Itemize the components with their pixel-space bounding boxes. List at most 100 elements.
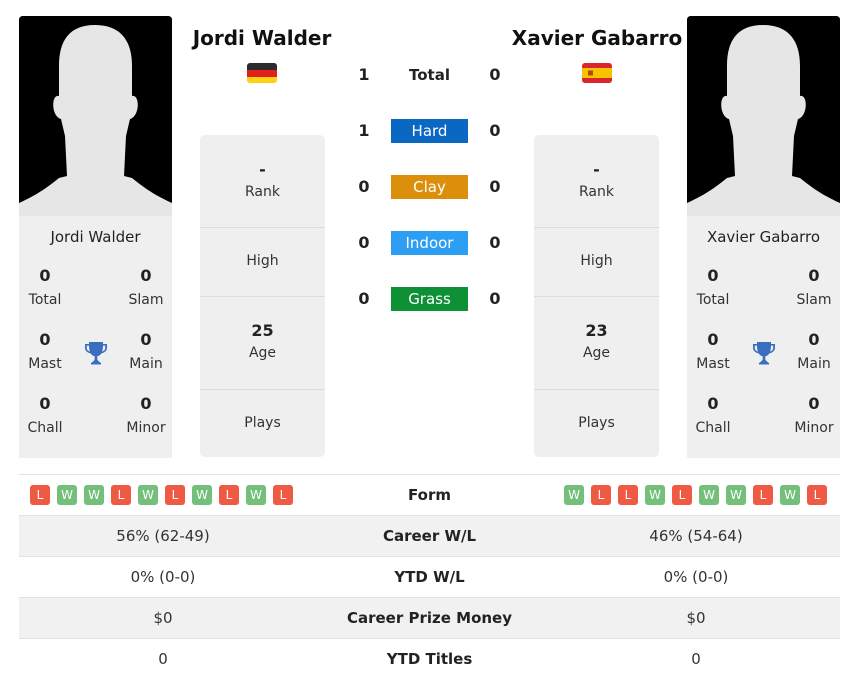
stat-label: Minor — [794, 420, 834, 436]
player2-plays: Plays — [534, 390, 659, 457]
win-badge[interactable]: W — [246, 485, 266, 505]
stat-label: Mast — [28, 356, 62, 372]
spain-flag-icon — [582, 63, 612, 83]
loss-badge[interactable]: L — [111, 485, 131, 505]
player2-stat-chall: 0 Chall — [683, 394, 743, 438]
loss-badge[interactable]: L — [807, 485, 827, 505]
stat-value: 0 — [808, 330, 820, 349]
h2h-row-clay: 0 Clay 0 — [350, 175, 510, 199]
h2h-right-value: 0 — [489, 289, 501, 308]
plays-label: Plays — [578, 415, 615, 431]
player1-card-name[interactable]: Jordi Walder — [19, 228, 172, 246]
player2-stat-mast: 0 Mast — [683, 330, 743, 374]
avatar-silhouette-icon — [19, 16, 172, 216]
player2-titles-card: Xavier Gabarro 0 Total 0 Slam 0 Mast 0 M… — [687, 216, 840, 458]
age-label: Age — [582, 345, 611, 361]
h2h-left-value: 1 — [358, 121, 370, 140]
stat-label: Total — [696, 292, 730, 308]
win-badge[interactable]: W — [699, 485, 719, 505]
h2h-row-hard: 1 Hard 0 — [350, 119, 510, 143]
player1-info-panel: - Rank High 25 Age Plays — [200, 135, 325, 457]
stat-label: Main — [129, 356, 163, 372]
rank-label: Rank — [245, 184, 280, 200]
career-wl-row: 56% (62-49) Career W/L 46% (54-64) — [19, 515, 840, 556]
ytd-wl-row: 0% (0-0) YTD W/L 0% (0-0) — [19, 556, 840, 597]
h2h-right-value: 0 — [489, 233, 501, 252]
win-badge[interactable]: W — [726, 485, 746, 505]
win-badge[interactable]: W — [780, 485, 800, 505]
player1-age: 25 Age — [200, 297, 325, 390]
avatar-silhouette-icon — [687, 16, 840, 216]
win-badge[interactable]: W — [192, 485, 212, 505]
player2-name[interactable]: Xavier Gabarro — [507, 26, 687, 50]
loss-badge[interactable]: L — [753, 485, 773, 505]
player1-name[interactable]: Jordi Walder — [182, 26, 342, 50]
age-value: 23 — [585, 321, 608, 340]
rank-value: - — [593, 160, 600, 179]
player1-stat-main: 0 Main — [116, 330, 176, 374]
stat-label: Chall — [27, 420, 63, 436]
player1-stat-slam: 0 Slam — [116, 266, 176, 310]
trophy-icon — [753, 342, 775, 365]
player1-titles-card: Jordi Walder 0 Total 0 Slam 0 Mast 0 Mai… — [19, 216, 172, 458]
win-badge[interactable]: W — [57, 485, 77, 505]
germany-flag-icon — [247, 63, 277, 83]
loss-badge[interactable]: L — [165, 485, 185, 505]
loss-badge[interactable]: L — [672, 485, 692, 505]
h2h-right-value: 0 — [489, 65, 501, 84]
loss-badge[interactable]: L — [618, 485, 638, 505]
loss-badge[interactable]: L — [591, 485, 611, 505]
player2-card-name[interactable]: Xavier Gabarro — [687, 228, 840, 246]
stat-label: Chall — [695, 420, 731, 436]
player2-prize-money: $0 — [686, 609, 706, 627]
plays-label: Plays — [244, 415, 281, 431]
ytd-wl-label: YTD W/L — [394, 568, 465, 586]
prize-money-label: Career Prize Money — [346, 609, 512, 627]
h2h-left-value: 0 — [358, 233, 370, 252]
stat-value: 0 — [707, 266, 719, 285]
win-badge[interactable]: W — [138, 485, 158, 505]
prize-money-row: $0 Career Prize Money $0 — [19, 597, 840, 638]
player1-prize-money: $0 — [153, 609, 173, 627]
form-row: LWWLWLWLWL Form WLLWLWWLWL — [19, 474, 840, 515]
player1-form: LWWLWLWLWL — [30, 485, 293, 505]
stat-value: 0 — [39, 330, 51, 349]
win-badge[interactable]: W — [564, 485, 584, 505]
player1-stat-chall: 0 Chall — [15, 394, 75, 438]
player2-career-wl: 46% (54-64) — [649, 527, 743, 545]
surface-badge-grass: Grass — [391, 287, 468, 311]
win-badge[interactable]: W — [645, 485, 665, 505]
loss-badge[interactable]: L — [30, 485, 50, 505]
player2-rank: - Rank — [534, 135, 659, 228]
player1-high: High — [200, 228, 325, 297]
stat-value: 0 — [707, 330, 719, 349]
h2h-right-value: 0 — [489, 121, 501, 140]
player2-info-panel: - Rank High 23 Age Plays — [534, 135, 659, 457]
win-badge[interactable]: W — [84, 485, 104, 505]
loss-badge[interactable]: L — [219, 485, 239, 505]
ytd-titles-label: YTD Titles — [386, 650, 473, 668]
surface-badge-hard: Hard — [391, 119, 468, 143]
h2h-left-value: 0 — [358, 289, 370, 308]
stat-label: Slam — [128, 292, 164, 308]
player2-stat-main: 0 Main — [784, 330, 844, 374]
trophy-icon — [85, 342, 107, 365]
player2-photo — [687, 16, 840, 216]
stat-label: Total — [28, 292, 62, 308]
h2h-right-value: 0 — [489, 177, 501, 196]
high-label: High — [580, 253, 613, 269]
age-label: Age — [248, 345, 277, 361]
player2-stat-slam: 0 Slam — [784, 266, 844, 310]
stat-label: Slam — [796, 292, 832, 308]
loss-badge[interactable]: L — [273, 485, 293, 505]
surface-badge-indoor: Indoor — [391, 231, 468, 255]
player1-plays: Plays — [200, 390, 325, 457]
player1-photo — [19, 16, 172, 216]
player2-ytd-wl: 0% (0-0) — [663, 568, 729, 586]
player2-ytd-titles: 0 — [691, 650, 701, 668]
stat-label: Minor — [126, 420, 166, 436]
player1-career-wl: 56% (62-49) — [116, 527, 210, 545]
stat-value: 0 — [140, 330, 152, 349]
stat-value: 0 — [39, 266, 51, 285]
player2-age: 23 Age — [534, 297, 659, 390]
